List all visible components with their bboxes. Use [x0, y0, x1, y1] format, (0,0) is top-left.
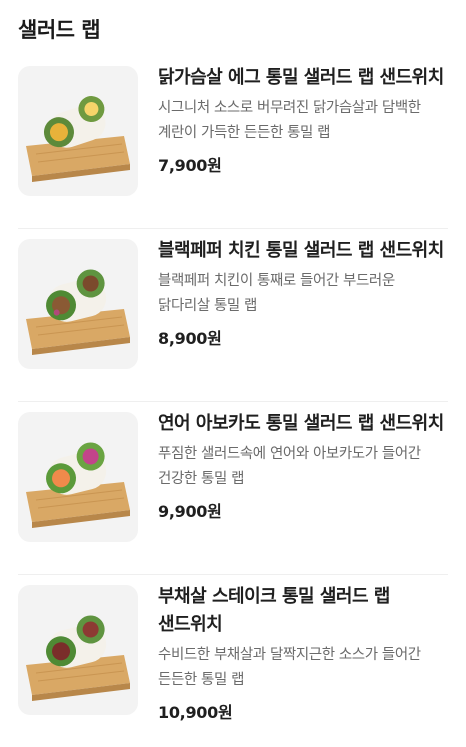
- item-price: 8,900원: [158, 329, 222, 348]
- item-name[interactable]: 부채살 스테이크 통밀 샐러드 랩 샌드위치: [158, 583, 448, 639]
- item-info: 닭가슴살 에그 통밀 샐러드 랩 샌드위치 시그니처 소스로 버무려진 닭가슴살…: [158, 64, 448, 176]
- item-price: 10,900원: [158, 703, 233, 722]
- item-description: 수비드한 부채살과 달짝지근한 소스가 들어간 든든한 통밀 랩: [158, 647, 421, 688]
- menu-item[interactable]: 닭가슴살 에그 통밀 샐러드 랩 샌드위치 시그니처 소스로 버무려진 닭가슴살…: [18, 56, 448, 229]
- chicken-egg-wrap-image[interactable]: [18, 66, 138, 196]
- menu-list: 닭가슴살 에그 통밀 샐러드 랩 샌드위치 시그니처 소스로 버무려진 닭가슴살…: [0, 56, 466, 747]
- blackpepper-chicken-wrap-image[interactable]: [18, 239, 138, 369]
- section-title: 샐러드 랩: [18, 18, 101, 42]
- steak-wrap-image[interactable]: [18, 585, 138, 715]
- item-name[interactable]: 연어 아보카도 통밀 샐러드 랩 샌드위치: [158, 410, 448, 438]
- item-description: 시그니처 소스로 버무려진 닭가슴살과 담백한 계란이 가득한 든든한 통밀 랩: [158, 100, 421, 141]
- item-description: 블랙페퍼 치킨이 통째로 들어간 부드러운 닭다리살 통밀 랩: [158, 273, 395, 314]
- menu-item[interactable]: 블랙페퍼 치킨 통밀 샐러드 랩 샌드위치 블랙페퍼 치킨이 통째로 들어간 부…: [18, 229, 448, 402]
- item-info: 부채살 스테이크 통밀 샐러드 랩 샌드위치 수비드한 부채살과 달짝지근한 소…: [158, 583, 448, 723]
- salmon-avocado-wrap-image[interactable]: [18, 412, 138, 542]
- menu-item[interactable]: 부채살 스테이크 통밀 샐러드 랩 샌드위치 수비드한 부채살과 달짝지근한 소…: [18, 575, 448, 747]
- item-info: 블랙페퍼 치킨 통밀 샐러드 랩 샌드위치 블랙페퍼 치킨이 통째로 들어간 부…: [158, 237, 448, 349]
- item-price: 7,900원: [158, 156, 222, 175]
- menu-item[interactable]: 연어 아보카도 통밀 샐러드 랩 샌드위치 푸짐한 샐러드속에 연어와 아보카도…: [18, 402, 448, 575]
- item-description: 푸짐한 샐러드속에 연어와 아보카도가 들어간 건강한 통밀 랩: [158, 446, 421, 487]
- item-name[interactable]: 닭가슴살 에그 통밀 샐러드 랩 샌드위치: [158, 64, 448, 92]
- item-name[interactable]: 블랙페퍼 치킨 통밀 샐러드 랩 샌드위치: [158, 237, 448, 265]
- item-price: 9,900원: [158, 502, 222, 521]
- item-info: 연어 아보카도 통밀 샐러드 랩 샌드위치 푸짐한 샐러드속에 연어와 아보카도…: [158, 410, 448, 522]
